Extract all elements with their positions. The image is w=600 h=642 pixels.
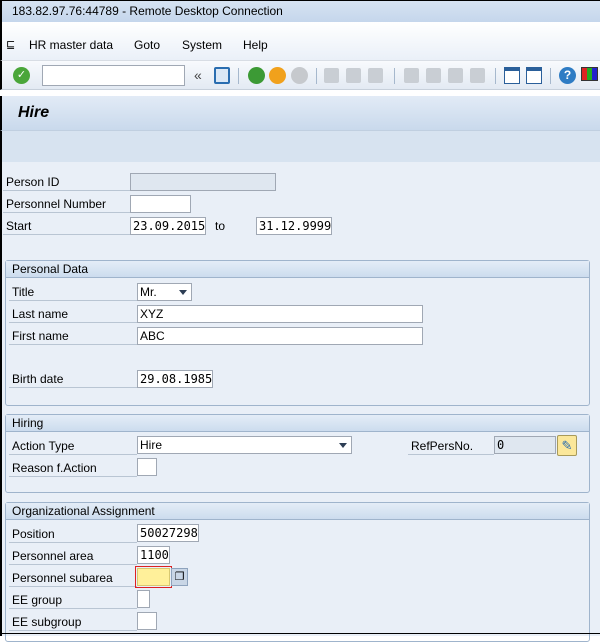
personnel-area-field[interactable]: 1100 (137, 546, 170, 564)
prev-page-icon[interactable] (426, 68, 441, 83)
exit-icon[interactable] (269, 67, 286, 84)
title-value: Mr. (140, 285, 157, 299)
last-page-icon[interactable] (470, 68, 485, 83)
first-name-field[interactable]: ABC (137, 327, 423, 345)
menu-hr-master-data[interactable]: HR master data (29, 38, 113, 52)
position-label: Position (9, 525, 137, 543)
back-icon[interactable]: « (194, 67, 202, 83)
personnel-subarea-field[interactable] (135, 566, 172, 588)
help-icon[interactable]: ? (559, 67, 576, 84)
ref-pers-no-label: RefPersNo. (408, 437, 494, 455)
personal-data-title: Personal Data (6, 261, 589, 278)
print-icon[interactable] (324, 68, 339, 83)
action-type-label: Action Type (9, 437, 137, 455)
value-help-icon[interactable]: ❐ (171, 568, 188, 586)
personnel-number-label: Personnel Number (3, 195, 130, 213)
birth-date-label: Birth date (9, 370, 137, 388)
menu-bar: ⊑ HR master data Goto System Help (0, 22, 600, 60)
hiring-title: Hiring (6, 415, 589, 432)
ee-group-field[interactable] (137, 590, 150, 608)
start-label: Start (3, 217, 130, 235)
page-title: Hire (18, 104, 50, 121)
application-toolbar (0, 130, 600, 162)
check-icon[interactable]: ✓ (13, 67, 30, 84)
action-type-value: Hire (140, 438, 163, 452)
back-green-icon[interactable] (248, 67, 265, 84)
find-icon[interactable] (346, 68, 361, 83)
page-header: Hire (0, 96, 600, 130)
person-id-field (130, 173, 276, 191)
ee-subgroup-field[interactable] (137, 612, 157, 630)
ee-subgroup-label: EE subgroup (9, 613, 137, 631)
window-titlebar: 183.82.97.76:44789 - Remote Desktop Conn… (0, 0, 600, 22)
org-assignment-title: Organizational Assignment (6, 503, 589, 520)
to-label: to (215, 219, 226, 233)
command-field[interactable] (42, 65, 185, 86)
toolbar: ✓ « ? (0, 60, 600, 90)
menu-goto[interactable]: Goto (134, 38, 160, 52)
next-page-icon[interactable] (448, 68, 463, 83)
save-icon[interactable] (214, 67, 230, 84)
last-name-label: Last name (9, 305, 137, 323)
edit-pencil-icon[interactable]: ✎ (557, 435, 577, 456)
personnel-subarea-label: Personnel subarea (9, 569, 137, 587)
menu-icon[interactable]: ⊑ (6, 38, 15, 51)
ref-pers-no-field: 0 (494, 436, 556, 454)
start-date-field[interactable]: 23.09.2015 (130, 217, 206, 235)
customize-layout-icon[interactable] (581, 67, 598, 81)
action-type-select[interactable]: Hire (137, 436, 352, 454)
menu-help[interactable]: Help (243, 38, 268, 52)
first-name-label: First name (9, 327, 137, 345)
personnel-number-field[interactable] (130, 195, 191, 213)
reason-label: Reason f.Action (9, 459, 137, 477)
reason-field[interactable] (137, 458, 157, 476)
chevron-down-icon[interactable] (339, 443, 347, 448)
personnel-area-label: Personnel area (9, 547, 137, 565)
birth-date-field[interactable]: 29.08.1985 (137, 370, 213, 388)
chevron-down-icon[interactable] (179, 290, 187, 295)
end-date-field[interactable]: 31.12.9999 (256, 217, 332, 235)
window-title: 183.82.97.76:44789 - Remote Desktop Conn… (12, 4, 283, 18)
find-next-icon[interactable] (368, 68, 383, 83)
position-field[interactable]: 50027298 (137, 524, 199, 542)
window-bottom-border (0, 633, 600, 634)
new-session-icon[interactable] (504, 67, 520, 84)
title-select[interactable]: Mr. (137, 283, 192, 301)
title-label: Title (9, 283, 137, 301)
first-page-icon[interactable] (404, 68, 419, 83)
ee-group-label: EE group (9, 591, 137, 609)
last-name-field[interactable]: XYZ (137, 305, 423, 323)
shortcut-icon[interactable] (526, 67, 542, 84)
cancel-icon[interactable] (291, 67, 308, 84)
menu-system[interactable]: System (182, 38, 222, 52)
person-id-label: Person ID (3, 173, 130, 191)
